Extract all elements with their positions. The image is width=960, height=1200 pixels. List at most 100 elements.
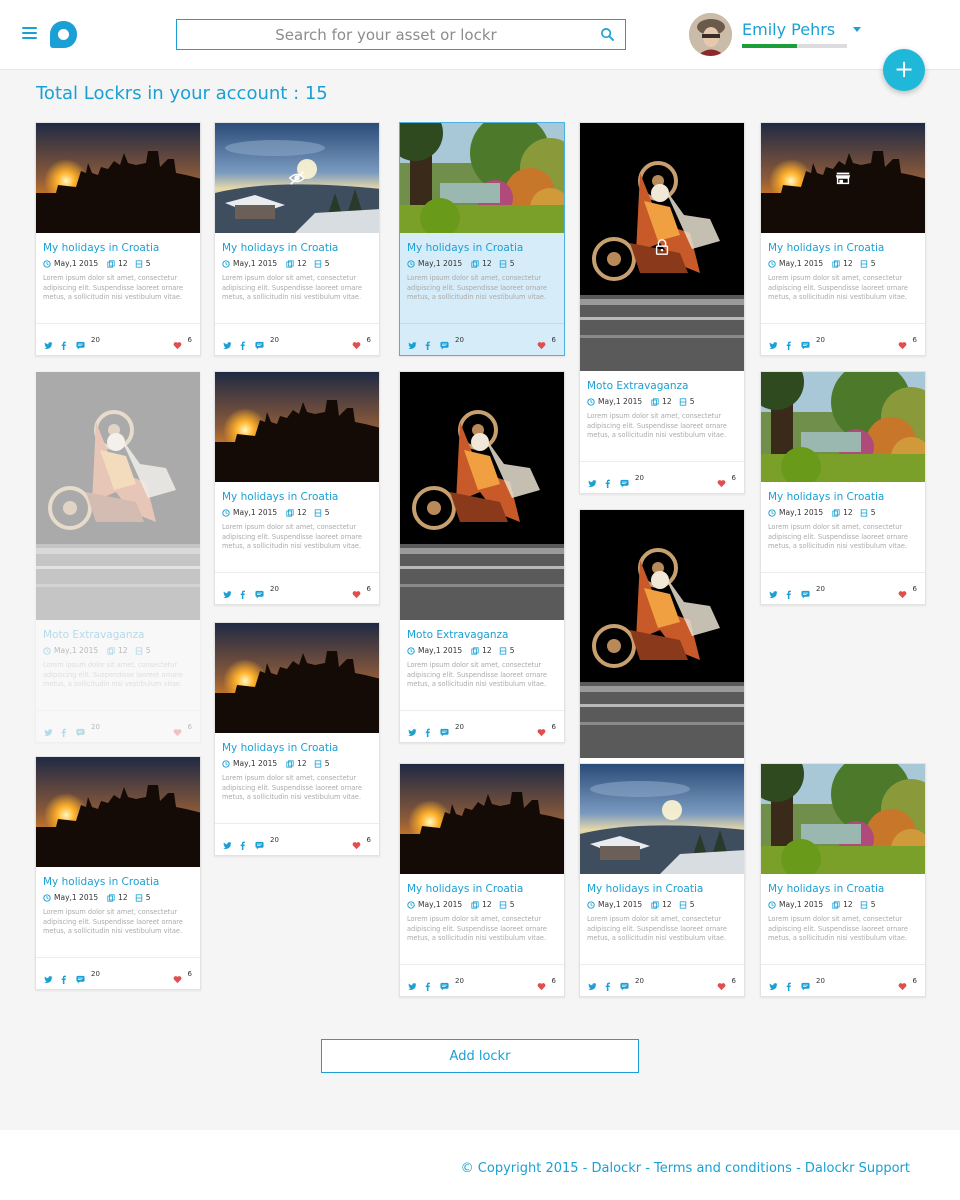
twitter-icon[interactable] bbox=[44, 335, 53, 349]
heart-icon[interactable] bbox=[898, 976, 907, 991]
lockr-title[interactable]: My holidays in Croatia bbox=[587, 882, 737, 896]
lockr-cover-image[interactable] bbox=[580, 764, 744, 874]
comment-icon[interactable] bbox=[801, 584, 810, 599]
twitter-icon[interactable] bbox=[588, 976, 597, 990]
twitter-icon[interactable] bbox=[223, 835, 232, 849]
lockr-title[interactable]: My holidays in Croatia bbox=[222, 241, 372, 255]
heart-icon[interactable] bbox=[173, 335, 182, 350]
lockr-cover-image[interactable] bbox=[761, 123, 925, 233]
comment-icon[interactable] bbox=[255, 335, 264, 350]
twitter-icon[interactable] bbox=[223, 335, 232, 349]
facebook-icon[interactable] bbox=[784, 976, 793, 991]
lockr-cover-image[interactable] bbox=[400, 764, 564, 874]
lockr-title[interactable]: My holidays in Croatia bbox=[407, 241, 557, 255]
lockr-cover-image[interactable] bbox=[36, 372, 200, 620]
lockr-card[interactable]: My holidays in Croatia May,1 2015 12 5 Lorem… bbox=[214, 371, 380, 605]
lockr-card[interactable]: My holidays in Croatia May,1 2015 12 5 Lorem… bbox=[214, 122, 380, 356]
lockr-card[interactable]: My holidays in Croatia May,1 2015 12 5 Lorem… bbox=[399, 763, 565, 997]
comment-icon[interactable] bbox=[255, 835, 264, 850]
comment-icon[interactable] bbox=[440, 335, 449, 350]
footer-link-dalockr[interactable]: Dalockr bbox=[592, 1161, 642, 1176]
lockr-card[interactable]: My holidays in Croatia May,1 2015 12 5 Lorem… bbox=[35, 756, 201, 990]
lockr-cover-image[interactable] bbox=[761, 764, 925, 874]
comment-icon[interactable] bbox=[801, 335, 810, 350]
comment-icon[interactable] bbox=[76, 335, 85, 350]
twitter-icon[interactable] bbox=[769, 976, 778, 990]
lockr-cover-image[interactable] bbox=[215, 372, 379, 482]
heart-icon[interactable] bbox=[537, 722, 546, 737]
lockr-cover-image[interactable] bbox=[580, 123, 744, 371]
heart-icon[interactable] bbox=[173, 722, 182, 737]
comment-icon[interactable] bbox=[255, 584, 264, 599]
lockr-card[interactable]: My holidays in Croatia May,1 2015 12 5 Lorem… bbox=[35, 122, 201, 356]
comment-icon[interactable] bbox=[620, 473, 629, 488]
comment-icon[interactable] bbox=[620, 976, 629, 991]
facebook-icon[interactable] bbox=[238, 584, 247, 599]
heart-icon[interactable] bbox=[352, 584, 361, 599]
lockr-cover-image[interactable] bbox=[400, 372, 564, 620]
lockr-cover-image[interactable] bbox=[36, 123, 200, 233]
user-name[interactable]: Emily Pehrs bbox=[742, 20, 835, 39]
twitter-icon[interactable] bbox=[44, 722, 53, 736]
lockr-title[interactable]: My holidays in Croatia bbox=[222, 490, 372, 504]
lockr-card[interactable]: My holidays in Croatia May,1 2015 12 5 Lorem… bbox=[579, 763, 745, 997]
lockr-card[interactable]: Moto Extravaganza May,1 2015 12 5 Lorem ipsu… bbox=[35, 371, 201, 743]
twitter-icon[interactable] bbox=[588, 473, 597, 487]
facebook-icon[interactable] bbox=[423, 976, 432, 991]
lockr-cover-image[interactable] bbox=[215, 623, 379, 733]
lockr-cover-image[interactable] bbox=[580, 510, 744, 758]
heart-icon[interactable] bbox=[352, 835, 361, 850]
lockr-card[interactable]: My holidays in Croatia May,1 2015 12 5 Lorem… bbox=[760, 763, 926, 997]
lockr-title[interactable]: My holidays in Croatia bbox=[768, 241, 918, 255]
comment-icon[interactable] bbox=[76, 969, 85, 984]
facebook-icon[interactable] bbox=[238, 835, 247, 850]
heart-icon[interactable] bbox=[717, 473, 726, 488]
lockr-title[interactable]: Moto Extravaganza bbox=[43, 628, 193, 642]
comment-icon[interactable] bbox=[801, 976, 810, 991]
facebook-icon[interactable] bbox=[784, 584, 793, 599]
facebook-icon[interactable] bbox=[423, 335, 432, 350]
heart-icon[interactable] bbox=[352, 335, 361, 350]
lockr-cover-image[interactable] bbox=[36, 757, 200, 867]
lockr-title[interactable]: Moto Extravaganza bbox=[587, 379, 737, 393]
comment-icon[interactable] bbox=[440, 722, 449, 737]
lockr-title[interactable]: My holidays in Croatia bbox=[222, 741, 372, 755]
facebook-icon[interactable] bbox=[59, 969, 68, 984]
heart-icon[interactable] bbox=[898, 584, 907, 599]
lockr-title[interactable]: My holidays in Croatia bbox=[43, 875, 193, 889]
lockr-card[interactable]: Moto Extravaganza May,1 2015 12 5 Lorem ipsu… bbox=[579, 122, 745, 494]
heart-icon[interactable] bbox=[717, 976, 726, 991]
lockr-card[interactable]: Moto Extravaganza May,1 2015 12 5 Lorem ipsu… bbox=[399, 371, 565, 743]
lockr-cover-image[interactable] bbox=[761, 372, 925, 482]
chevron-down-icon[interactable] bbox=[853, 27, 861, 32]
hamburger-menu-icon[interactable] bbox=[22, 27, 37, 39]
dalockr-logo[interactable] bbox=[50, 21, 77, 48]
lockr-title[interactable]: Moto Extravaganza bbox=[407, 628, 557, 642]
lockr-card[interactable]: My holidays in Croatia May,1 2015 12 5 Lorem… bbox=[760, 371, 926, 605]
search-icon[interactable] bbox=[600, 27, 615, 42]
twitter-icon[interactable] bbox=[408, 976, 417, 990]
add-lockr-button[interactable]: Add lockr bbox=[321, 1039, 639, 1073]
lockr-title[interactable]: My holidays in Croatia bbox=[407, 882, 557, 896]
avatar[interactable] bbox=[689, 13, 732, 56]
lockr-cover-image[interactable] bbox=[215, 123, 379, 233]
twitter-icon[interactable] bbox=[408, 335, 417, 349]
footer-link-terms[interactable]: Terms and conditions bbox=[654, 1161, 792, 1176]
lockr-card[interactable]: My holidays in Croatia May,1 2015 12 5 Lorem… bbox=[760, 122, 926, 356]
heart-icon[interactable] bbox=[173, 969, 182, 984]
facebook-icon[interactable] bbox=[603, 473, 612, 488]
lockr-title[interactable]: My holidays in Croatia bbox=[768, 490, 918, 504]
twitter-icon[interactable] bbox=[223, 584, 232, 598]
facebook-icon[interactable] bbox=[603, 976, 612, 991]
lockr-card[interactable]: My holidays in Croatia May,1 2015 12 5 Lorem… bbox=[399, 122, 565, 356]
twitter-icon[interactable] bbox=[44, 969, 53, 983]
heart-icon[interactable] bbox=[898, 335, 907, 350]
facebook-icon[interactable] bbox=[59, 722, 68, 737]
lockr-title[interactable]: My holidays in Croatia bbox=[768, 882, 918, 896]
facebook-icon[interactable] bbox=[238, 335, 247, 350]
twitter-icon[interactable] bbox=[769, 584, 778, 598]
lockr-title[interactable]: My holidays in Croatia bbox=[43, 241, 193, 255]
comment-icon[interactable] bbox=[76, 722, 85, 737]
facebook-icon[interactable] bbox=[423, 722, 432, 737]
heart-icon[interactable] bbox=[537, 335, 546, 350]
